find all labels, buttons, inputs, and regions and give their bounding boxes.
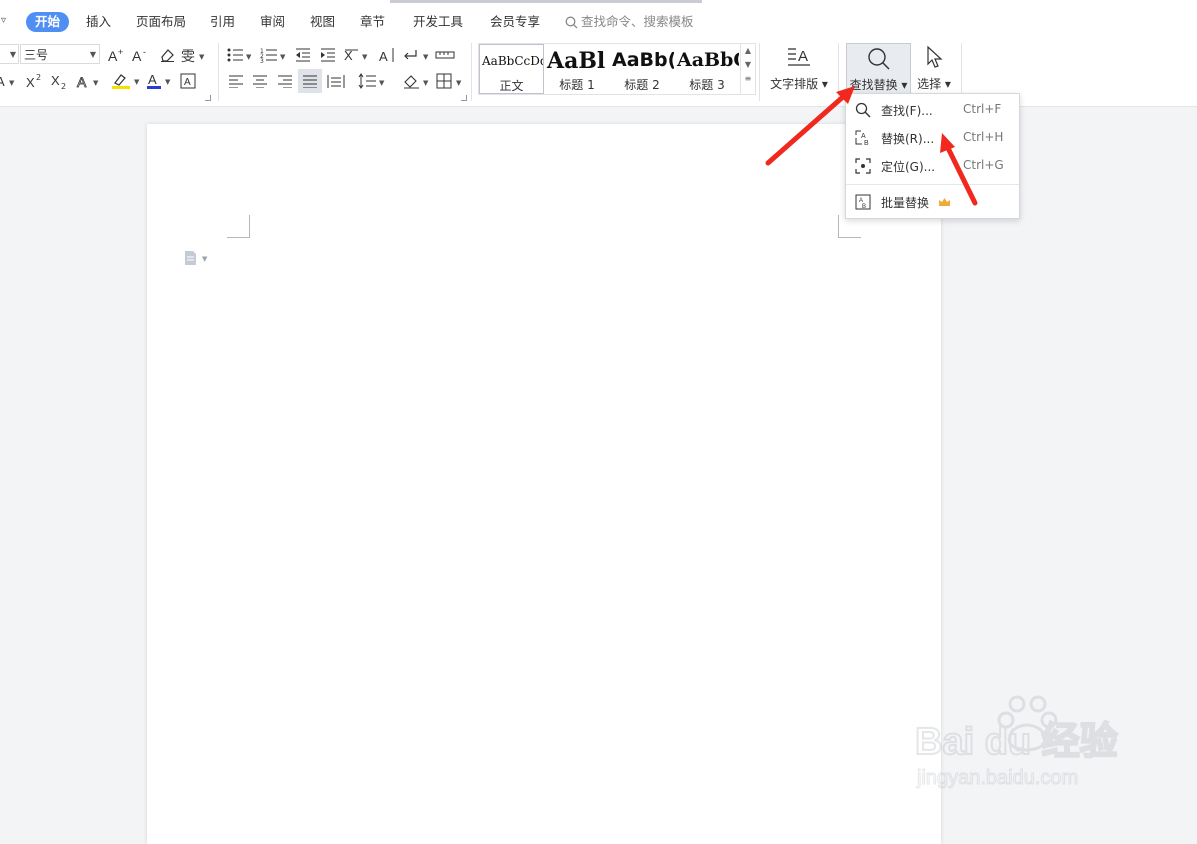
watermark-url: jingyan.baidu.com [916,767,1078,789]
watermark-brand: Bai du 经验 [915,721,1118,763]
baidu-jingyan-watermark: Bai du 经验 jingyan.baidu.com [914,690,1135,800]
annotation-arrow-icon [765,86,855,166]
annotation-arrow-icon [940,133,978,206]
